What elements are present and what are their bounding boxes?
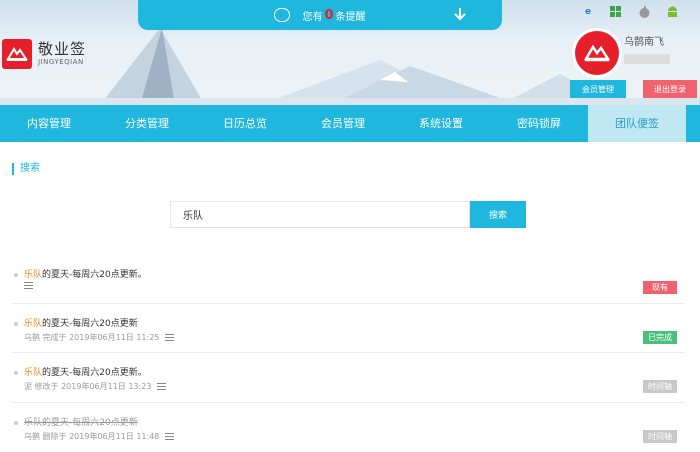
notice-suffix: 条提醒 [335,11,366,23]
download-arrow-icon[interactable] [454,7,466,21]
list-icon[interactable] [165,433,175,440]
username: 乌鹊南飞 [624,37,664,48]
app-name: 敬业签 [38,40,87,58]
result-meta: 乌鹊 完成于 2019年06月11日 11:25 [24,332,175,343]
result-meta: 乌鹊 删除于 2019年06月11日 11:48 [24,431,175,442]
result-title: 乐队的夏天-每周六20点更新 [24,319,138,329]
user-info-placeholder [624,54,670,64]
notice-count: 0 [324,7,334,23]
bullet-icon [14,273,18,277]
platform-icons: e [581,5,679,19]
avatar[interactable] [572,28,622,78]
result-meta: 泥 修改于 2019年06月11日 13:23 [24,381,167,392]
nav-item-membership[interactable]: 会员管理 [294,105,392,142]
list-icon[interactable] [165,334,175,341]
bullet-icon [14,371,18,375]
message-icon [274,8,291,22]
result-title: 乐队的夏天-每周六20点更新。 [24,368,147,378]
avatar-icon [575,31,619,75]
app-name-en: JINGYEQIAN [38,58,84,66]
status-badge: 时间轴 [643,430,677,443]
logout-button[interactable]: 退出登录 [643,80,697,98]
result-item[interactable]: 乐队的夏天-每周六20点更新。 泥 修改于 2019年06月11日 13:23 … [12,365,685,403]
windows-icon[interactable] [609,5,623,19]
result-meta [24,282,33,289]
nav-item-content[interactable]: 内容管理 [0,105,98,142]
search-button[interactable]: 搜索 [470,201,526,228]
main-content: 搜索 搜索 乐队的夏天-每周六20点更新。 现有 乐队的夏天-每周六20点更新 … [0,142,700,452]
notice-prefix: 您有 [302,11,323,23]
result-item[interactable]: 乐队的夏天-每周六20点更新 乌鹊 完成于 2019年06月11日 11:25 … [12,316,685,353]
apple-icon[interactable] [637,5,651,19]
result-item[interactable]: 乐队的夏天-每周六20点更新。 现有 [12,267,685,304]
status-badge: 时间轴 [643,380,677,393]
result-title: 乐队的夏天-每周六20点更新。 [24,270,147,280]
section-title: 搜索 [12,163,40,175]
nav-item-team-notes[interactable]: 团队便签 [588,105,686,142]
list-icon[interactable] [157,383,167,390]
status-badge: 现有 [643,281,677,294]
nav-item-category[interactable]: 分类管理 [98,105,196,142]
nav-item-settings[interactable]: 系统设置 [392,105,490,142]
bullet-icon [14,421,18,425]
header: 敬业签 JINGYEQIAN 您有 0 条提醒 e 乌鹊南飞 会员管理 退出登录 [0,0,700,105]
main-nav: 内容管理 分类管理 日历总览 会员管理 系统设置 密码锁屏 团队便签 [0,105,700,142]
logo-icon [2,39,32,69]
result-meta-text: 乌鹊 完成于 2019年06月11日 11:25 [24,333,160,342]
ie-icon[interactable]: e [581,5,595,19]
result-item[interactable]: 乐队的夏天-每周六20点更新 乌鹊 删除于 2019年06月11日 11:48 … [12,415,685,452]
status-badge: 已完成 [643,331,677,344]
result-meta-text: 泥 修改于 2019年06月11日 13:23 [24,382,152,391]
nav-item-calendar[interactable]: 日历总览 [196,105,294,142]
list-icon[interactable] [24,282,33,289]
result-meta-text: 乌鹊 删除于 2019年06月11日 11:48 [24,432,160,441]
member-management-button[interactable]: 会员管理 [570,80,626,98]
bullet-icon [14,322,18,326]
nav-item-lock[interactable]: 密码锁屏 [490,105,588,142]
result-title: 乐队的夏天-每周六20点更新 [24,418,138,428]
android-icon[interactable] [665,5,679,19]
search-input[interactable] [170,201,470,228]
notification-bar[interactable]: 您有 0 条提醒 [138,0,502,30]
